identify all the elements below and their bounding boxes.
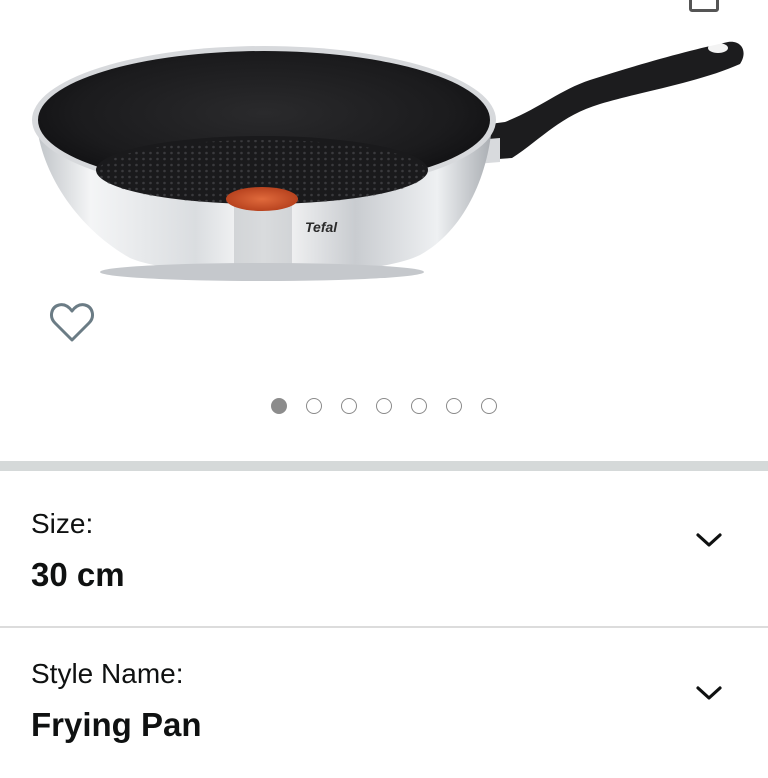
- style-name-label: Style Name:: [31, 658, 184, 689]
- heart-outline-icon: [50, 303, 94, 342]
- pagination-dot[interactable]: [376, 398, 392, 414]
- style-name-selector[interactable]: Style Name: Frying Pan: [0, 628, 768, 778]
- section-divider: [0, 461, 768, 471]
- brand-logo: Tefal: [305, 219, 338, 235]
- product-image[interactable]: Tefal: [0, 0, 768, 300]
- style-name-value: Frying Pan: [31, 706, 202, 743]
- product-image-gallery[interactable]: Tefal: [0, 0, 768, 462]
- pagination-dot[interactable]: [341, 398, 357, 414]
- pagination-dot[interactable]: [446, 398, 462, 414]
- pagination-dot[interactable]: [271, 398, 287, 414]
- pagination-dot[interactable]: [306, 398, 322, 414]
- size-selector[interactable]: Size: 30 cm: [0, 472, 768, 622]
- image-pagination: [0, 396, 768, 416]
- wishlist-button[interactable]: [46, 296, 98, 348]
- size-label: Size:: [31, 508, 94, 539]
- pagination-dot[interactable]: [481, 398, 497, 414]
- size-value: 30 cm: [31, 556, 125, 593]
- pagination-dot[interactable]: [411, 398, 427, 414]
- chevron-down-icon[interactable]: [694, 683, 724, 703]
- chevron-down-icon[interactable]: [694, 530, 724, 550]
